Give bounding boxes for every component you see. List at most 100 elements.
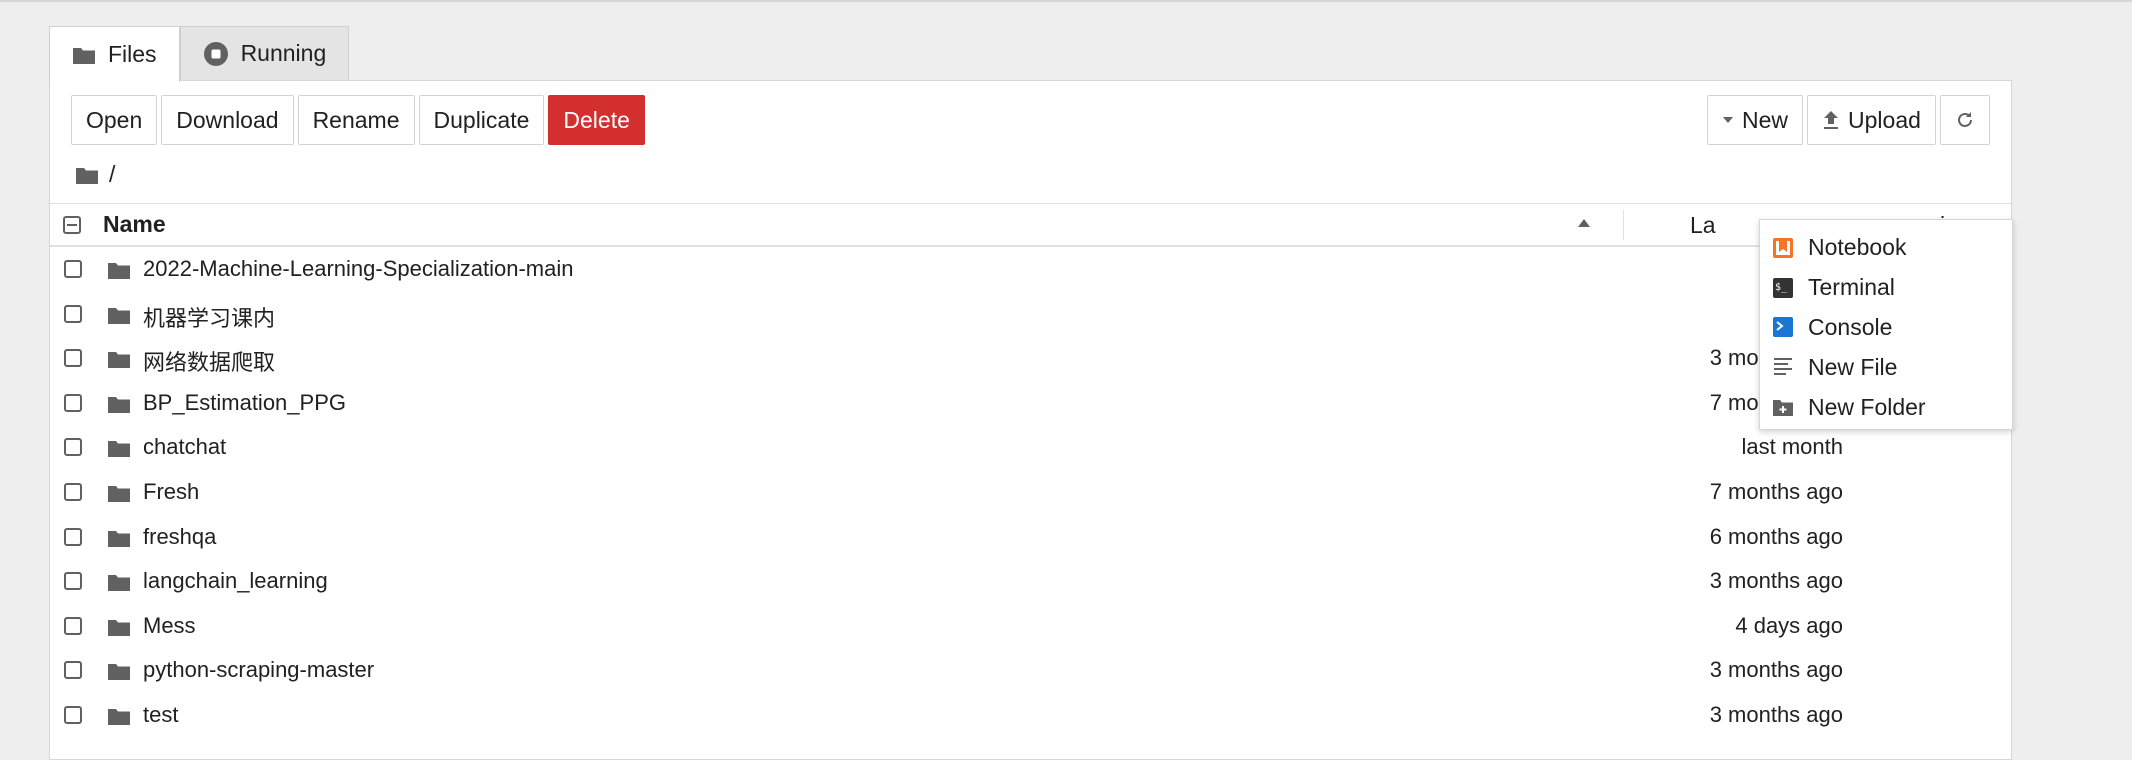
folder-icon [108,530,130,547]
menu-item-new-folder[interactable]: New Folder [1760,387,2012,427]
table-row[interactable]: Mess 4 days ago [50,604,2011,649]
table-row[interactable]: 机器学习课内 [50,292,2011,337]
stop-circle-icon [203,41,228,66]
table-row[interactable]: freshqa 6 months ago [50,515,2011,560]
file-name[interactable]: test [143,702,178,728]
menu-item-label: New File [1808,353,1898,380]
new-folder-icon [1773,400,1793,417]
tab-bar: Files Running [49,26,350,82]
download-button[interactable]: Download [161,95,294,145]
menu-item-console[interactable]: Console [1760,308,2012,348]
console-icon [1773,317,1793,338]
table-row[interactable]: BP_Estimation_PPG 7 months ago [50,381,2011,426]
tab-running-label: Running [240,40,327,66]
file-name[interactable]: langchain_learning [143,568,328,594]
row-checkbox[interactable] [64,705,82,724]
new-dropdown-menu: Notebook $_ Terminal Console New File Ne… [1759,219,2013,430]
refresh-icon [1957,112,1972,127]
select-all-checkbox[interactable] [63,216,81,234]
row-checkbox[interactable] [64,304,82,323]
breadcrumb: / [75,161,115,188]
folder-icon [108,664,130,681]
table-row[interactable]: 2022-Machine-Learning-Specialization-mai… [50,247,2011,292]
file-name[interactable]: 2022-Machine-Learning-Specialization-mai… [143,256,573,282]
file-modified: 6 months ago [1709,523,1843,549]
tab-files-label: Files [108,41,157,67]
file-modified: 3 months ago [1709,657,1843,683]
folder-icon [108,441,130,458]
file-name[interactable]: chatchat [143,434,226,460]
row-checkbox[interactable] [64,661,82,680]
svg-text:$_: $_ [1775,282,1788,293]
tab-running[interactable]: Running [179,26,350,80]
sort-ascending-icon[interactable] [1577,218,1591,228]
file-actions-toolbar: Open Download Rename Duplicate Delete [71,95,645,145]
table-row[interactable]: test 3 months ago [50,693,2011,738]
file-name[interactable]: Fresh [143,479,199,505]
folder-icon [108,485,130,502]
table-row[interactable]: Fresh 7 months ago [50,470,2011,515]
row-checkbox[interactable] [64,393,82,412]
text-file-icon [1774,358,1792,376]
column-divider[interactable] [1623,210,1624,240]
table-row[interactable]: langchain_learning 3 months ago [50,559,2011,604]
row-checkbox[interactable] [64,616,82,635]
folder-icon [108,352,130,369]
file-modified: last month [1741,434,1844,460]
folder-icon [108,396,130,413]
menu-item-label: Notebook [1808,234,1907,261]
row-checkbox[interactable] [64,349,82,368]
file-name[interactable]: 网络数据爬取 [143,345,275,377]
open-button[interactable]: Open [71,95,158,145]
row-checkbox[interactable] [64,260,82,278]
rename-button[interactable]: Rename [297,95,415,145]
file-name[interactable]: BP_Estimation_PPG [143,390,346,416]
folder-icon [108,575,130,592]
file-name[interactable]: freshqa [143,524,216,550]
folder-icon [108,307,130,324]
menu-item-label: Console [1808,313,1893,340]
new-dropdown-button[interactable]: New [1707,95,1804,145]
file-name[interactable]: 机器学习课内 [143,301,275,333]
table-row[interactable]: 网络数据爬取 3 months ago [50,336,2011,381]
last-modified-column-header[interactable]: La [1690,212,1716,239]
row-checkbox[interactable] [64,527,82,546]
menu-item-notebook[interactable]: Notebook [1760,228,2012,268]
menu-item-terminal[interactable]: $_ Terminal [1760,268,2012,308]
menu-item-new-file[interactable]: New File [1760,347,2012,387]
create-toolbar: New Upload [1707,95,1990,145]
folder-icon [108,263,130,279]
file-name[interactable]: Mess [143,613,196,639]
file-browser-panel: Open Download Rename Duplicate Delete Ne… [49,80,2013,760]
row-checkbox[interactable] [64,482,82,501]
menu-item-label: Terminal [1808,274,1895,301]
caret-down-icon [1723,117,1733,123]
delete-button[interactable]: Delete [548,95,645,145]
folder-icon [73,47,95,64]
row-checkbox[interactable] [64,438,82,457]
home-folder-icon[interactable] [75,165,99,185]
table-row[interactable]: chatchat last month [50,425,2011,470]
name-column-header[interactable]: Name [103,211,166,238]
file-list-header: Name La ize [50,203,2011,247]
row-checkbox[interactable] [64,572,82,591]
upload-button[interactable]: Upload [1807,95,1936,145]
refresh-button[interactable] [1939,95,1990,145]
file-modified: 7 months ago [1709,478,1843,504]
duplicate-button[interactable]: Duplicate [418,95,545,145]
file-modified: 3 months ago [1709,701,1843,727]
breadcrumb-path[interactable]: / [109,161,115,188]
file-name[interactable]: python-scraping-master [143,657,374,683]
folder-icon [108,619,130,636]
upload-icon [1824,111,1839,129]
menu-item-label: New Folder [1808,393,1926,420]
file-modified: 4 days ago [1735,612,1843,638]
upload-button-label: Upload [1848,106,1921,133]
new-button-label: New [1742,106,1789,133]
file-list: 2022-Machine-Learning-Specialization-mai… [50,247,2011,738]
table-row[interactable]: python-scraping-master 3 months ago [50,648,2011,693]
notebook-icon [1773,237,1793,258]
terminal-icon: $_ [1773,277,1793,298]
tab-files[interactable]: Files [49,26,180,82]
folder-icon [108,708,130,725]
